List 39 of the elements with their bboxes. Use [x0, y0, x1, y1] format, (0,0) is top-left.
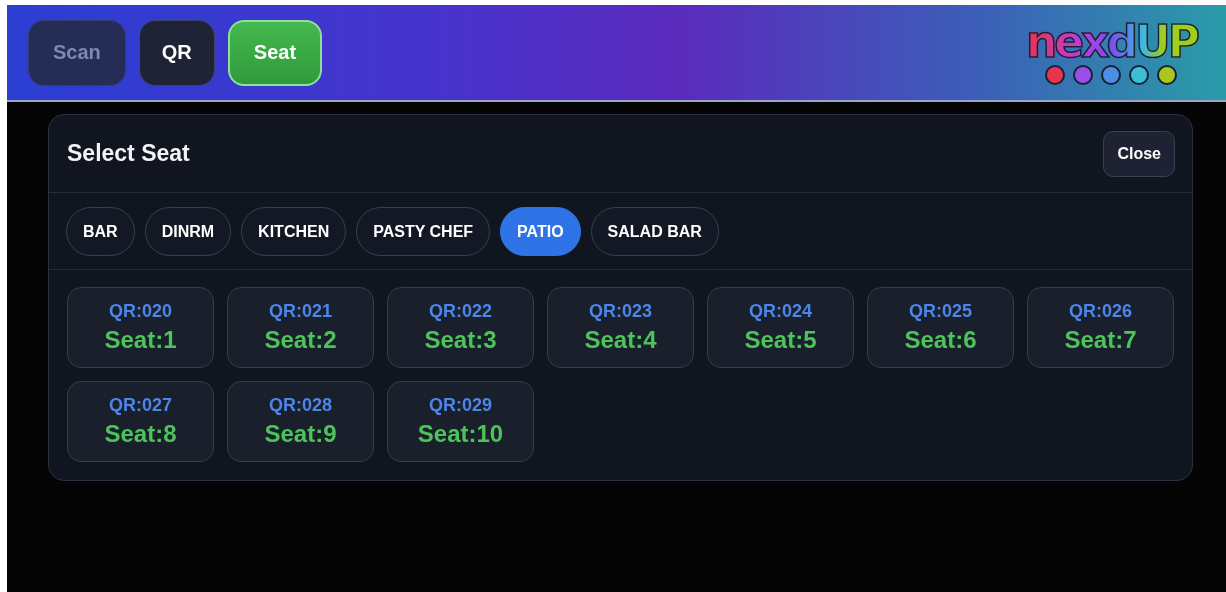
- seat-number: Seat:3: [424, 326, 497, 354]
- seat-number: Seat:10: [417, 420, 504, 448]
- qr-code-label: QR:025: [909, 301, 972, 322]
- seat-card[interactable]: QR:020 Seat:1: [67, 287, 214, 368]
- dialog-title: Select Seat: [67, 140, 190, 167]
- qr-code-label: QR:026: [1069, 301, 1132, 322]
- seat-number: Seat:4: [584, 326, 657, 354]
- qr-code-label: QR:024: [749, 301, 812, 322]
- seat-number: Seat:1: [104, 326, 177, 354]
- seat-card[interactable]: QR:023 Seat:4: [547, 287, 694, 368]
- seat-number: Seat:6: [904, 326, 977, 354]
- seat-card[interactable]: QR:026 Seat:7: [1027, 287, 1174, 368]
- qr-code-label: QR:023: [589, 301, 652, 322]
- qr-code-label: QR:021: [269, 301, 332, 322]
- seat-card[interactable]: QR:025 Seat:6: [867, 287, 1014, 368]
- seat-card[interactable]: QR:027 Seat:8: [67, 381, 214, 462]
- qr-code-label: QR:022: [429, 301, 492, 322]
- seat-number: Seat:2: [264, 326, 337, 354]
- close-button[interactable]: Close: [1103, 130, 1175, 177]
- seat-number: Seat:8: [104, 420, 177, 448]
- qr-code-label: QR:027: [109, 395, 172, 416]
- seat-card[interactable]: QR:021 Seat:2: [227, 287, 374, 368]
- qr-code-label: QR:028: [269, 395, 332, 416]
- seat-number: Seat:7: [1064, 326, 1137, 354]
- seat-card[interactable]: QR:022 Seat:3: [387, 287, 534, 368]
- seat-card[interactable]: QR:024 Seat:5: [707, 287, 854, 368]
- qr-code-label: QR:020: [109, 301, 172, 322]
- seat-number: Seat:9: [264, 420, 337, 448]
- seat-card[interactable]: QR:029 Seat:10: [387, 381, 534, 462]
- seat-number: Seat:5: [744, 326, 817, 354]
- area-tab[interactable]: PASTY CHEF: [356, 207, 491, 256]
- mode-button[interactable]: QR: [138, 19, 215, 86]
- area-tab[interactable]: KITCHEN: [241, 207, 347, 256]
- area-tab[interactable]: PATIO: [500, 207, 581, 256]
- area-tab[interactable]: BAR: [66, 207, 135, 256]
- qr-code-label: QR:029: [429, 395, 492, 416]
- seat-card[interactable]: QR:028 Seat:9: [227, 381, 374, 462]
- area-tab[interactable]: SALAD BAR: [590, 207, 719, 256]
- area-tab[interactable]: DINRM: [144, 207, 232, 256]
